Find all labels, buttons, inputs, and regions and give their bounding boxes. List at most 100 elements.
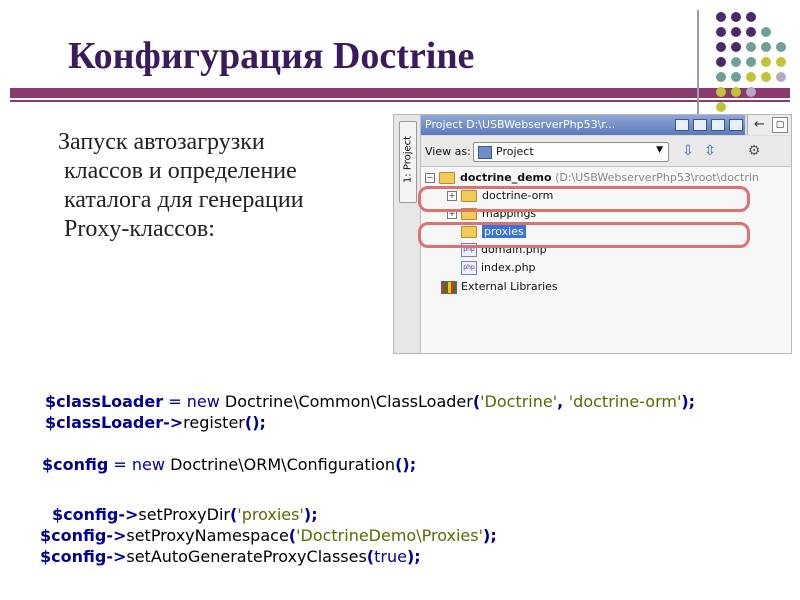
code-method: setProxyNamespace: [126, 526, 289, 545]
title-underline-thin: [10, 100, 790, 102]
dot: [776, 57, 786, 67]
code-parens: (): [244, 413, 260, 432]
dot: [731, 12, 741, 22]
dot: [716, 87, 726, 97]
dot: [716, 72, 726, 82]
tree-node-label: External Libraries: [461, 280, 558, 293]
code-variable: $classLoader: [45, 413, 164, 432]
code-variable: $config: [40, 526, 107, 545]
php-file-icon: php: [461, 261, 477, 275]
dot: [731, 57, 741, 67]
highlight-circle-proxies: [418, 222, 750, 248]
code-line-5: $config->setProxyNamespace('DoctrineDemo…: [40, 526, 497, 545]
code-method: register: [183, 413, 245, 432]
code-literal: true: [374, 547, 407, 566]
code-variable: $classLoader: [45, 392, 164, 411]
tree-node-index-php[interactable]: php index.php: [461, 260, 536, 276]
decor-dots: [712, 12, 792, 118]
dot: [716, 102, 726, 112]
code-operator: ->: [118, 505, 139, 524]
project-icon: [478, 146, 492, 159]
library-icon: [441, 280, 457, 294]
ide-panel-title: Project D:\USBWebserverPhp53\r...: [425, 118, 616, 131]
bullet-line: каталога для генерации: [64, 187, 304, 213]
dot: [761, 72, 771, 82]
ide-panel-header: Project D:\USBWebserverPhp53\r...: [421, 115, 745, 135]
tree-node-label: index.php: [481, 261, 536, 274]
dot: [716, 12, 726, 22]
bullet-line: Proxy-классов:: [64, 216, 215, 242]
dot: [776, 72, 786, 82]
code-string: 'doctrine-orm': [568, 392, 682, 411]
code-class: Doctrine\Common\ClassLoader: [224, 392, 473, 411]
view-as-value: Project: [496, 145, 534, 158]
code-operator: =: [168, 392, 182, 411]
tree-node-label: doctrine_demo: [460, 171, 552, 184]
dot: [731, 72, 741, 82]
arrow-left-icon[interactable]: ←: [754, 117, 765, 132]
dot: [746, 87, 756, 97]
code-line-6: $config->setAutoGenerateProxyClasses(tru…: [40, 547, 421, 566]
dot: [746, 27, 756, 37]
code-operator: =: [113, 455, 127, 474]
dot: [731, 27, 741, 37]
dot: [746, 72, 756, 82]
gear-icon[interactable]: ⚙: [745, 143, 763, 159]
dot: [731, 42, 741, 52]
php-tab-icon[interactable]: ▢: [772, 117, 788, 133]
code-line-4: $config->setProxyDir('proxies');: [52, 505, 318, 524]
dot: [746, 12, 756, 22]
code-operator: ->: [106, 547, 127, 566]
code-class: Doctrine\ORM\Configuration: [170, 455, 396, 474]
dot: [761, 27, 771, 37]
code-parens: (): [395, 455, 410, 474]
ide-side-bar: 1: Project: [394, 115, 421, 353]
code-variable: $config: [42, 455, 109, 474]
dot: [761, 57, 771, 67]
highlight-circle-doctrine-orm: [418, 186, 750, 212]
code-operator: ->: [106, 526, 127, 545]
project-side-tab[interactable]: 1: Project: [399, 121, 417, 203]
dot: [716, 27, 726, 37]
bullet-line: классов и определение: [64, 158, 297, 184]
panel-restore-button[interactable]: [693, 119, 707, 131]
code-string: 'DoctrineDemo\Proxies': [296, 526, 483, 545]
dot: [746, 57, 756, 67]
dot: [731, 87, 741, 97]
panel-settings-button[interactable]: [675, 119, 689, 131]
autoscroll-to-source-icon[interactable]: ⇩: [679, 143, 697, 159]
dot: [761, 42, 771, 52]
decor-divider: [697, 10, 699, 120]
tree-node-external-libraries[interactable]: External Libraries: [441, 279, 558, 295]
ide-editor-strip: ← ▢: [747, 115, 791, 135]
ide-toolbar: View as: Project ▼ ⇩ ⇳ ⚙: [421, 136, 791, 167]
code-line-3: $config = new Doctrine\ORM\Configuration…: [42, 455, 417, 474]
folder-icon: [439, 172, 455, 184]
code-method: setProxyDir: [138, 505, 230, 524]
title-underline: [10, 88, 790, 98]
code-line-1: $classLoader = new Doctrine\Common\Class…: [45, 392, 696, 411]
code-operator: ->: [163, 413, 184, 432]
collapse-icon[interactable]: −: [425, 173, 435, 183]
code-string: 'proxies': [237, 505, 304, 524]
code-keyword: new: [186, 392, 220, 411]
chevron-down-icon: ▼: [656, 145, 663, 155]
panel-float-button[interactable]: [711, 119, 725, 131]
code-variable: $config: [40, 547, 107, 566]
code-keyword: new: [131, 455, 165, 474]
code-string: 'Doctrine': [480, 392, 558, 411]
code-method: setAutoGenerateProxyClasses: [126, 547, 367, 566]
view-as-select[interactable]: Project ▼: [473, 142, 669, 162]
bullet-line: Запуск автозагрузки: [58, 129, 265, 155]
dot: [746, 42, 756, 52]
collapse-all-icon[interactable]: ⇳: [701, 143, 719, 159]
panel-minimize-button[interactable]: [729, 119, 743, 131]
project-side-tab-label: 1: Project: [402, 135, 414, 184]
dot: [776, 42, 786, 52]
bullet-text: Запуск автозагрузки классов и определени…: [58, 128, 358, 244]
code-line-2: $classLoader->register();: [45, 413, 266, 432]
tree-node-root[interactable]: − doctrine_demo (D:\USBWebserverPhp53\roo…: [425, 170, 759, 186]
slide-title: Конфигурация Doctrine: [68, 35, 475, 77]
code-variable: $config: [52, 505, 119, 524]
dot: [716, 42, 726, 52]
